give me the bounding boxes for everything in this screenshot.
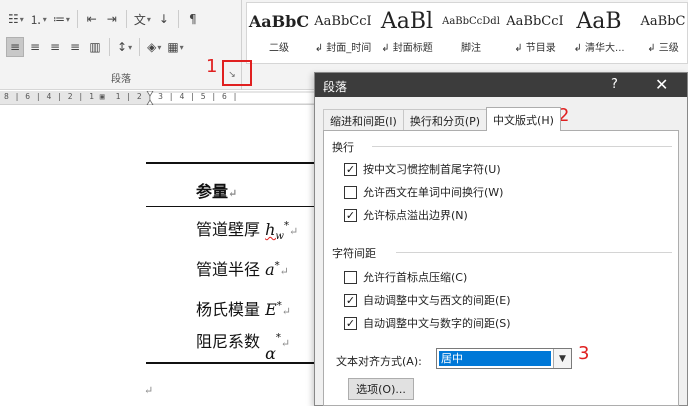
section-title-character-spacing: 字符间距 (332, 247, 376, 260)
shading-icon[interactable]: ◈ (145, 37, 163, 57)
row-variable: hw (265, 220, 284, 243)
checkbox[interactable] (344, 208, 357, 222)
align-right-icon[interactable]: ≡ (46, 37, 64, 57)
checkbox-option[interactable]: 按中文习惯控制首尾字符(U) (344, 161, 501, 177)
bullets-icon[interactable]: ☷ (6, 9, 26, 29)
style-name: ↲ 封面_时间 (314, 43, 372, 54)
dialog-title: 段落 (323, 80, 348, 94)
table-header: 参量↵ (196, 182, 238, 201)
table-row: 管道壁厚 hw*↵ (196, 220, 299, 243)
checkbox-option[interactable]: 允许西文在单词中间换行(W) (344, 184, 503, 200)
checkbox[interactable] (344, 185, 357, 199)
show-marks-icon[interactable]: ¶ (184, 9, 202, 29)
style-item[interactable]: AaBbCcI ↲ 节目录 (503, 3, 567, 63)
row-label: 阻尼系数 (196, 332, 266, 351)
align-center-icon[interactable]: ≡ (26, 37, 44, 57)
checkbox-label: 允许西文在单词中间换行(W) (363, 186, 504, 199)
options-button[interactable]: 选项(O)... (348, 378, 414, 400)
checkbox-label: 自动调整中文与数字的间距(S) (363, 317, 511, 330)
table-header-rule (146, 206, 318, 207)
chinese-layout-icon[interactable]: 文 (132, 9, 153, 29)
table-row: 杨氏模量 E*↵ (196, 300, 291, 319)
distributed-icon[interactable]: ▥ (86, 37, 104, 57)
styles-gallery: AaBbC 二级 AaBbCcI ↲ 封面_时间 AaBl ↲ 封面标题 AaBbCcDdl… (246, 2, 688, 64)
tab-panel-chinese-layout: 换行 按中文习惯控制首尾字符(U) 允许西文在单词中间换行(W) 允许标点溢出边界(… (323, 130, 679, 406)
tab-2[interactable]: 中文版式(H) (486, 107, 561, 131)
indent-marker-icon[interactable] (146, 91, 154, 105)
style-preview: AaBl (380, 8, 434, 34)
style-name: ↲ 清华大... (573, 43, 625, 54)
tab-0[interactable]: 缩进和间距(I) (323, 109, 404, 131)
style-name: ↲ 节目录 (514, 43, 556, 54)
style-item[interactable]: AaB ↲ 清华大... (567, 3, 631, 63)
text-alignment-select[interactable]: 居中 ▼ (436, 348, 572, 369)
style-name: 脚注 (461, 43, 481, 54)
table-bottom-rule (146, 362, 318, 364)
style-item[interactable]: AaBbC 二级 (247, 3, 311, 63)
text-alignment-label: 文本对齐方式(A): (336, 355, 422, 368)
row-label: 管道壁厚 (196, 220, 266, 239)
annotation-box-1 (222, 60, 252, 86)
checkbox-label: 自动调整中文与西文的间距(E) (363, 294, 511, 307)
checkbox-label: 允许行首标点压缩(C) (363, 271, 468, 284)
checkbox-option[interactable]: 允许标点溢出边界(N) (344, 207, 468, 223)
style-preview: AaBbCcDdl (442, 15, 500, 27)
dialog-tabs: 缩进和间距(I) 换行和分页(P) 中文版式(H) (323, 107, 561, 131)
checkbox-option[interactable]: 自动调整中文与西文的间距(E) (344, 292, 511, 308)
style-preview: AaBbC (248, 11, 310, 31)
checkbox[interactable] (344, 293, 357, 307)
style-name: ↲ 三级 (647, 43, 679, 54)
style-item[interactable]: AaBbCcDdl 脚注 (439, 3, 503, 63)
increase-indent-icon[interactable]: ⇥ (103, 9, 121, 29)
annotation-number-3: 3 (578, 343, 590, 364)
style-item[interactable]: AaBl ↲ 封面标题 (375, 3, 439, 63)
numbering-icon[interactable]: ⒈ (28, 9, 49, 29)
checkbox[interactable] (344, 162, 357, 176)
close-icon[interactable]: ✕ (655, 75, 668, 94)
row-variable: E (265, 300, 277, 319)
borders-icon[interactable]: ▦ (165, 37, 185, 57)
paragraph-dialog: 段落 ? ✕ 缩进和间距(I)换行和分页(P)中文版式(H) 2 换行 按中文习… (314, 72, 688, 406)
table-row: 管道半径 a*↵ (196, 260, 289, 279)
style-preview: AaBbC (640, 13, 686, 29)
decrease-indent-icon[interactable]: ⇤ (83, 9, 101, 29)
table-top-rule (146, 162, 318, 164)
chevron-down-icon[interactable]: ▼ (553, 349, 571, 368)
help-icon[interactable]: ? (611, 77, 618, 92)
checkbox[interactable] (344, 270, 357, 284)
style-preview: AaBbCcI (314, 13, 372, 29)
style-preview: AaB (576, 8, 622, 34)
checkbox-label: 允许标点溢出边界(N) (363, 209, 468, 222)
line-spacing-icon[interactable]: ↕ (115, 37, 134, 57)
checkbox-label: 按中文习惯控制首尾字符(U) (363, 163, 501, 176)
toolbar-row-1: ☷⒈≔ ⇤⇥ 文↓ ¶ (6, 8, 202, 30)
style-preview: AaBbCcI (506, 13, 564, 29)
row-variable: a (265, 260, 275, 279)
style-item[interactable]: AaBbC ↲ 三级 (631, 3, 688, 63)
row-label: 管道半径 (196, 260, 266, 279)
row-label: 杨氏模量 (196, 300, 266, 319)
section-title-line-break: 换行 (332, 141, 354, 154)
dialog-title-bar[interactable]: 段落 ? ✕ (315, 73, 687, 97)
checkbox[interactable] (344, 316, 357, 330)
style-name: 二级 (269, 43, 289, 54)
checkbox-option[interactable]: 自动调整中文与数字的间距(S) (344, 315, 511, 331)
table-row: 阻尼系数 α*↵ (196, 332, 291, 363)
annotation-number-1: 1 (206, 56, 218, 77)
paragraph-mark: ↵ (144, 384, 154, 397)
justify-icon[interactable]: ≡ (66, 37, 84, 57)
tab-1[interactable]: 换行和分页(P) (402, 109, 488, 131)
multilevel-list-icon[interactable]: ≔ (51, 9, 72, 29)
style-name: ↲ 封面标题 (381, 43, 433, 54)
checkbox-option[interactable]: 允许行首标点压缩(C) (344, 269, 467, 285)
ruler-ticks: 8 | 6 | 4 | 2 | 1 ▣ 1 | 2 | 3 | 4 | 5 | … (4, 92, 238, 101)
row-variable: α (265, 344, 276, 363)
sort-icon[interactable]: ↓ (155, 9, 173, 29)
toolbar-row-2: ≡≡≡≡▥↕◈▦ (6, 36, 186, 58)
align-left-icon[interactable]: ≡ (6, 37, 24, 57)
text-alignment-value: 居中 (439, 351, 551, 366)
style-item[interactable]: AaBbCcI ↲ 封面_时间 (311, 3, 375, 63)
